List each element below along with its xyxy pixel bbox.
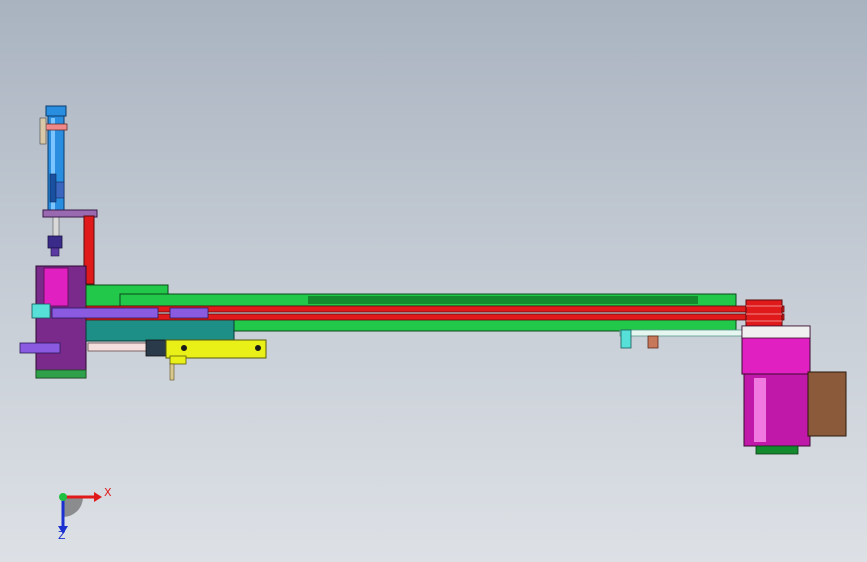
cad-viewport[interactable]: X Z (0, 0, 867, 562)
drive-pulley[interactable] (745, 299, 783, 327)
guide-rail[interactable] (619, 329, 749, 337)
axis-z-label: Z (58, 529, 66, 542)
gear-motor[interactable] (741, 325, 847, 455)
yellow-carriage[interactable] (87, 339, 267, 381)
left-drive-block[interactable] (19, 265, 87, 379)
triad-y-axis (59, 493, 67, 501)
rail-stop-left[interactable] (620, 329, 632, 349)
assembly-model[interactable] (0, 0, 867, 562)
vertical-cylinder[interactable] (39, 105, 68, 257)
axis-x-label: X (104, 486, 112, 499)
coordinate-triad (58, 492, 102, 534)
rail-stop-right[interactable] (647, 335, 659, 349)
